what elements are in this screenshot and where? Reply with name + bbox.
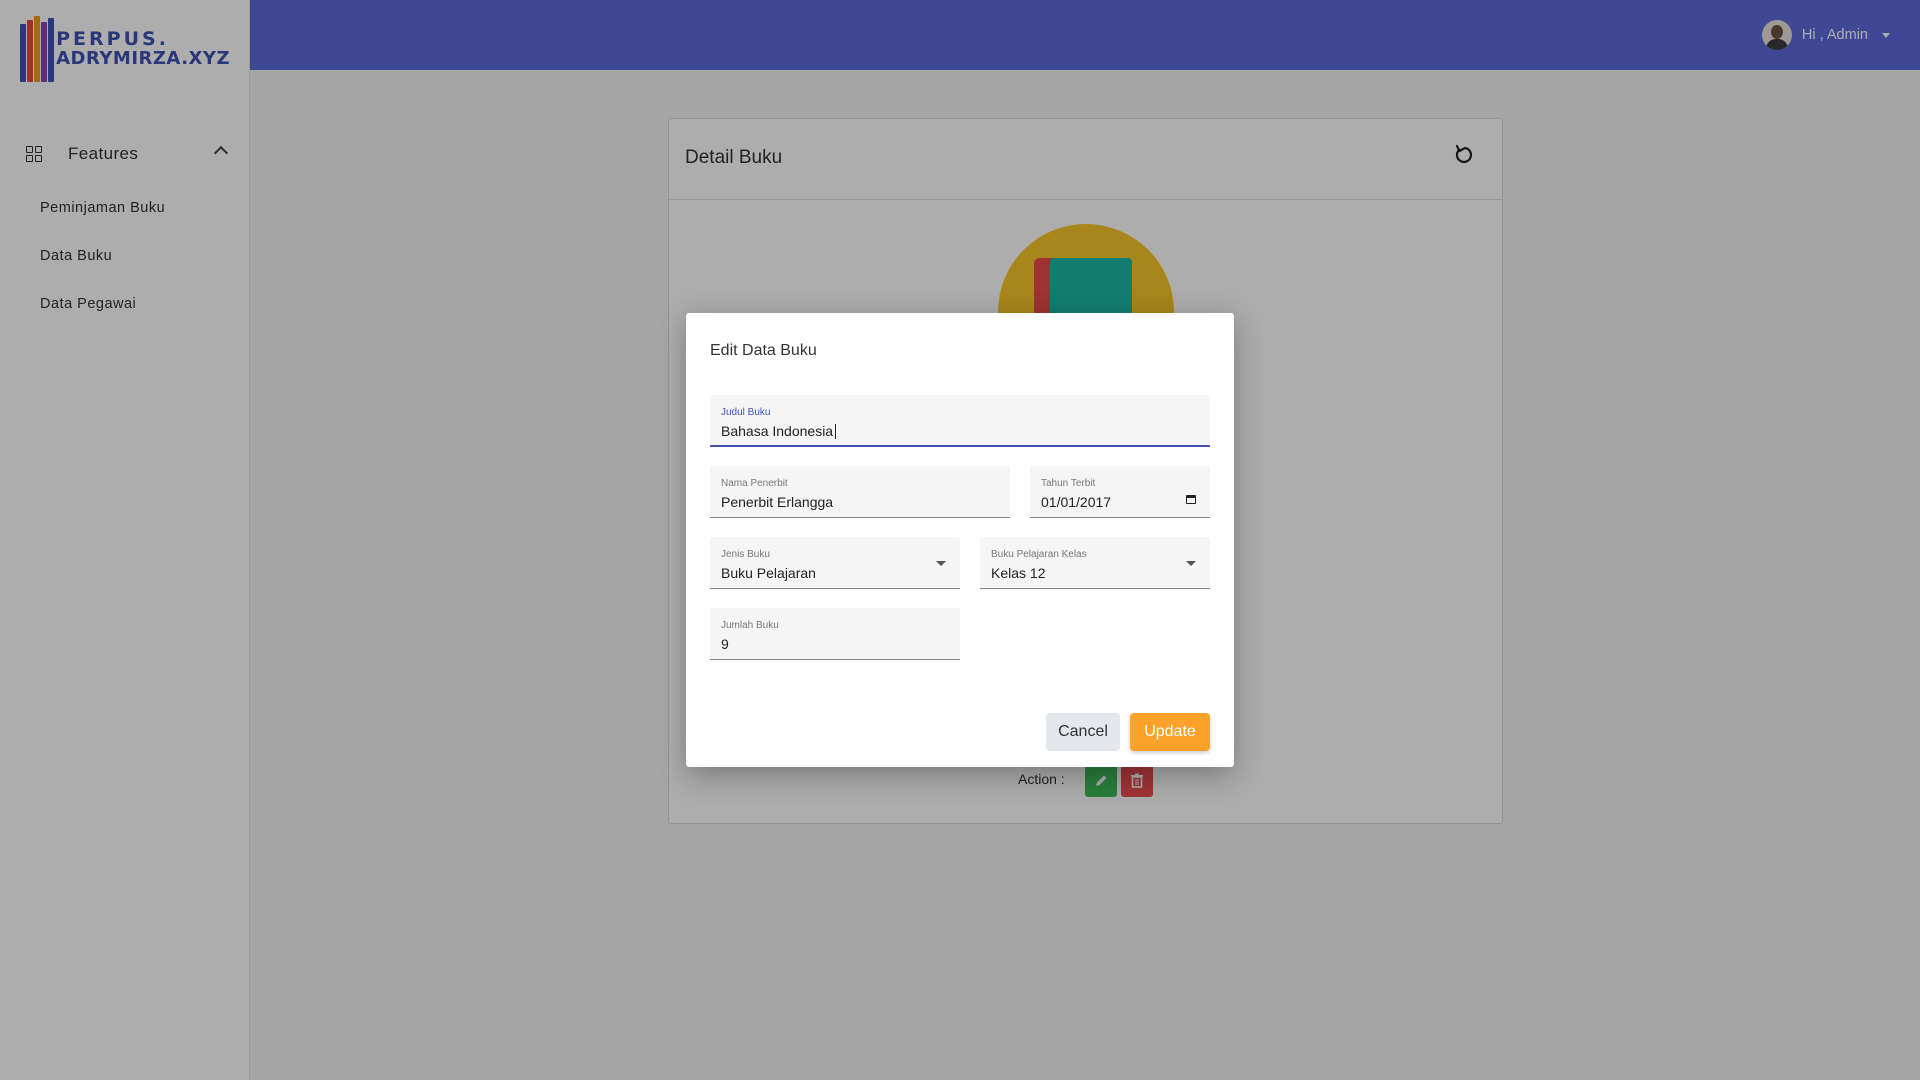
judul-buku-field[interactable]: Judul Buku Bahasa Indonesia	[710, 395, 1210, 447]
calendar-icon[interactable]	[1186, 495, 1196, 504]
jenis-buku-label: Jenis Buku	[721, 549, 770, 560]
kelas-label: Buku Pelajaran Kelas	[991, 549, 1087, 560]
kelas-value: Kelas 12	[991, 565, 1046, 581]
judul-buku-value: Bahasa Indonesia	[721, 423, 834, 439]
dropdown-arrow-icon	[936, 561, 946, 566]
judul-buku-label: Judul Buku	[721, 407, 771, 418]
update-button[interactable]: Update	[1130, 713, 1210, 751]
nama-penerbit-field[interactable]: Nama Penerbit Penerbit Erlangga	[710, 466, 1010, 518]
jenis-buku-value: Buku Pelajaran	[721, 565, 816, 581]
jumlah-buku-value: 9	[721, 636, 729, 652]
nama-penerbit-value: Penerbit Erlangga	[721, 494, 834, 510]
jumlah-buku-label: Jumlah Buku	[721, 620, 779, 631]
tahun-terbit-label: Tahun Terbit	[1041, 478, 1096, 489]
text-cursor	[835, 424, 837, 439]
nama-penerbit-label: Nama Penerbit	[721, 478, 788, 489]
dialog-title: Edit Data Buku	[710, 342, 817, 359]
dropdown-arrow-icon	[1186, 561, 1196, 566]
jenis-buku-select[interactable]: Jenis Buku Buku Pelajaran	[710, 537, 960, 589]
tahun-terbit-field[interactable]: Tahun Terbit 01/01/2017	[1030, 466, 1210, 518]
edit-book-dialog: Edit Data Buku Judul Buku Bahasa Indones…	[686, 313, 1234, 767]
jumlah-buku-field[interactable]: Jumlah Buku 9	[710, 608, 960, 660]
kelas-select[interactable]: Buku Pelajaran Kelas Kelas 12	[980, 537, 1210, 589]
tahun-terbit-value: 01/01/2017	[1041, 494, 1112, 510]
cancel-button[interactable]: Cancel	[1046, 713, 1120, 751]
